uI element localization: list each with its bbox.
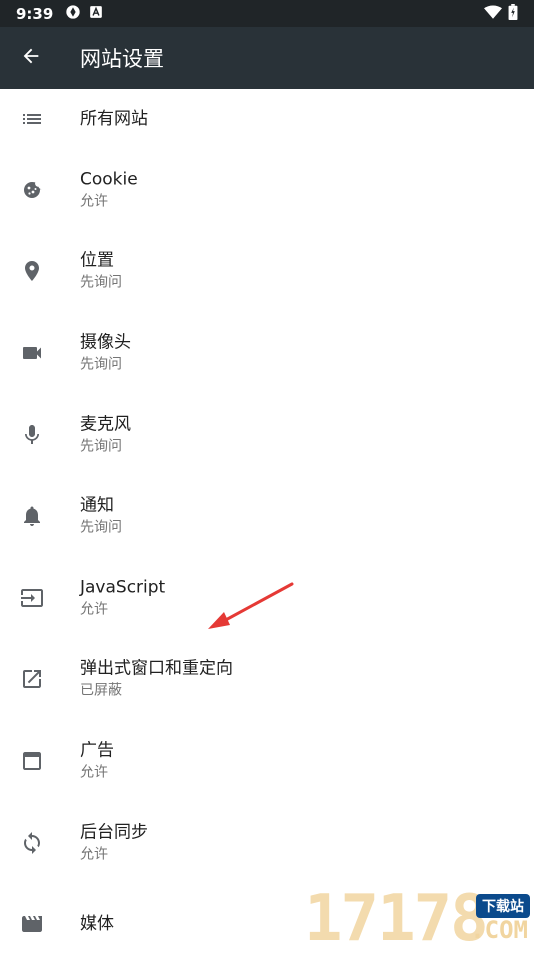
list-icon [20,107,44,131]
watermark-domain: .COM [470,916,528,944]
settings-item-status: 先询问 [80,274,122,291]
status-time: 9:39 [16,4,54,23]
settings-item-status: 先询问 [80,519,122,536]
settings-item-title: 通知 [80,495,114,516]
settings-item-status: 允许 [80,601,108,618]
site-settings-list: 所有网站 Cookie 允许 位置 先询问 摄像头 先询问 麦克风 先询问 通知… [0,89,534,965]
settings-item-title: 麦克风 [80,414,131,435]
wifi-icon [484,4,502,23]
settings-item-title: 广告 [80,740,114,761]
settings-item-cookie[interactable]: Cookie 允许 [0,149,534,231]
settings-item-title: 媒体 [80,914,114,935]
movie-icon [20,912,44,936]
input-icon [20,586,44,610]
settings-item-title: 位置 [80,250,114,271]
settings-item-location[interactable]: 位置 先询问 [0,231,534,313]
bell-icon [20,504,44,528]
settings-item-title: JavaScript [80,577,166,598]
settings-item-status: 先询问 [80,356,122,373]
settings-item-background-sync[interactable]: 后台同步 允许 [0,802,534,884]
watermark: 17178 下载站 .COM [304,882,534,956]
settings-item-title: 弹出式窗口和重定向 [80,658,233,679]
settings-item-ads[interactable]: 广告 允许 [0,720,534,802]
mic-icon [20,423,44,447]
status-bar: 9:39 [0,0,534,27]
sync-icon [20,831,44,855]
battery-charging-icon [508,3,518,24]
window-icon [20,749,44,773]
settings-item-all-sites[interactable]: 所有网站 [0,89,534,149]
open-in-new-icon [20,667,44,691]
settings-item-camera[interactable]: 摄像头 先询问 [0,312,534,394]
location-pin-icon [20,259,44,283]
settings-item-status: 已屏蔽 [80,682,122,699]
settings-item-status: 先询问 [80,438,122,455]
back-button[interactable] [0,27,62,89]
settings-item-title: Cookie [80,169,138,190]
settings-item-microphone[interactable]: 麦克风 先询问 [0,394,534,476]
watermark-badge: 下载站 [476,894,530,918]
settings-item-title: 摄像头 [80,332,131,353]
settings-item-popups[interactable]: 弹出式窗口和重定向 已屏蔽 [0,639,534,721]
settings-item-notifications[interactable]: 通知 先询问 [0,475,534,557]
cookie-icon [20,178,44,202]
settings-item-title: 所有网站 [80,109,148,129]
settings-item-javascript[interactable]: JavaScript 允许 [0,557,534,639]
settings-item-status: 允许 [80,193,108,210]
app-notification-icon [89,4,103,23]
settings-item-status: 允许 [80,846,108,863]
watermark-digits: 17178 [304,882,489,956]
videocam-icon [20,341,44,365]
arrow-back-icon [20,45,42,71]
page-title: 网站设置 [80,47,164,71]
toolbar: 网站设置 [0,27,534,89]
settings-item-title: 后台同步 [80,822,148,843]
sync-status-icon [65,4,81,24]
settings-item-status: 允许 [80,764,108,781]
